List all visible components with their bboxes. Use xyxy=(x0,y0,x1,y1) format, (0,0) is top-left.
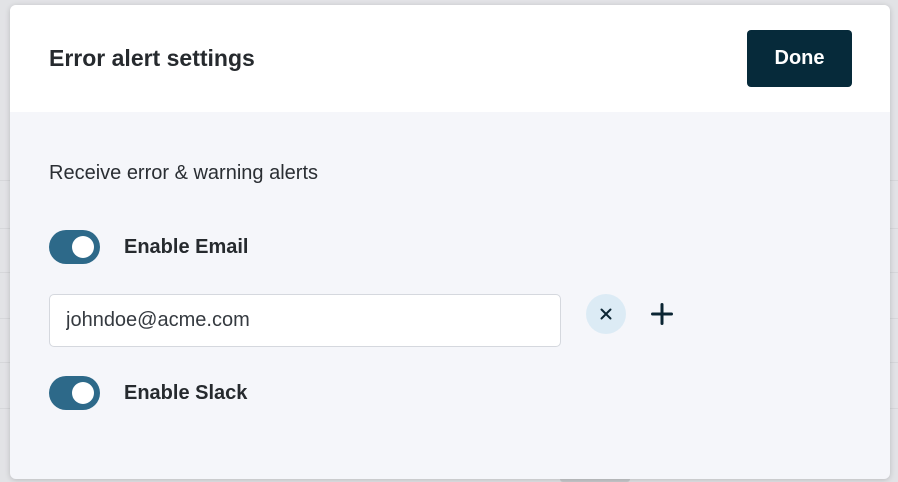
enable-slack-toggle[interactable] xyxy=(49,376,100,410)
enable-slack-label: Enable Slack xyxy=(124,381,248,404)
dialog-header: Error alert settings Done xyxy=(10,5,890,112)
email-toggle-row: Enable Email xyxy=(49,230,249,264)
alerts-section-label: Receive error & warning alerts xyxy=(49,162,318,184)
remove-email-button[interactable] xyxy=(586,294,626,334)
add-email-button[interactable] xyxy=(647,294,677,334)
dialog-body: Receive error & warning alerts Enable Em… xyxy=(10,112,890,479)
close-icon xyxy=(600,308,612,320)
toggle-knob xyxy=(72,382,94,404)
error-alert-settings-dialog: Error alert settings Done Receive error … xyxy=(10,5,890,479)
enable-email-toggle[interactable] xyxy=(49,230,100,264)
plus-icon xyxy=(651,303,673,325)
email-field[interactable] xyxy=(49,294,561,347)
dialog-title: Error alert settings xyxy=(49,45,255,71)
slack-toggle-row: Enable Slack xyxy=(49,376,247,410)
toggle-knob xyxy=(72,236,94,258)
enable-email-label: Enable Email xyxy=(124,235,249,258)
done-button[interactable]: Done xyxy=(747,30,852,87)
